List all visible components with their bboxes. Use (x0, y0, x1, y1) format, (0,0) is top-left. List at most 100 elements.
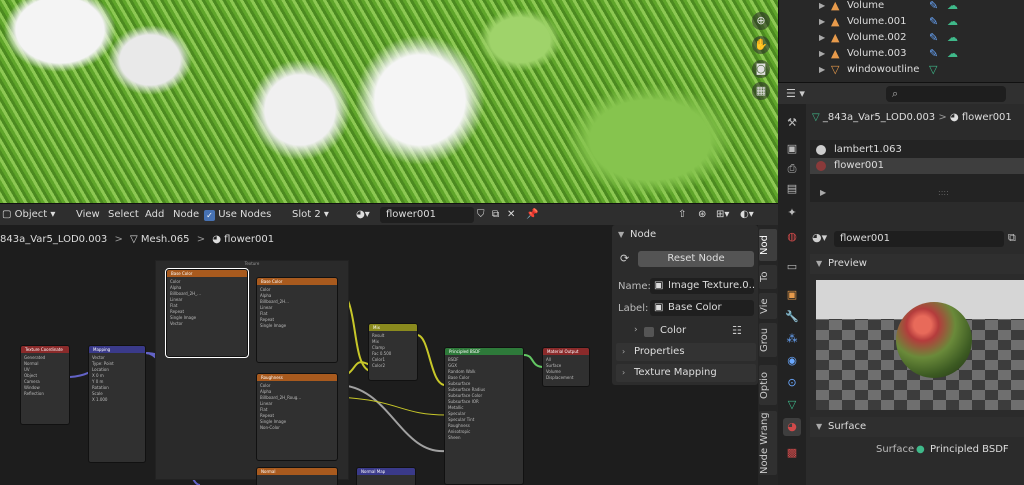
node-label-value: Base Color (668, 302, 722, 313)
tab-node[interactable]: Nod (759, 229, 777, 261)
expand-icon[interactable]: ▶ (819, 0, 825, 14)
collection-tab-icon[interactable]: ▭ (783, 258, 801, 276)
resize-handle[interactable]: :::: (938, 188, 949, 197)
texture-mapping-subpanel[interactable]: › Texture Mapping (616, 364, 756, 382)
color-checkbox[interactable] (644, 327, 654, 337)
fake-user-icon[interactable]: ⛉ (477, 208, 485, 222)
outliner-row[interactable]: ▶ ▲ Volume.003 ✎ ☁ (779, 46, 1024, 62)
outliner-row[interactable]: ▶ ▽ windowoutline ▽ (779, 62, 1024, 78)
use-nodes-checkbox[interactable]: ✓ Use Nodes (204, 208, 271, 222)
grid-icon[interactable]: ▦ (752, 82, 770, 100)
outliner-label: Volume.003 (847, 48, 907, 59)
expand-icon[interactable]: ▶ (819, 30, 825, 46)
subpanel-label: Properties (634, 346, 685, 357)
copy-icon[interactable]: ⧉ (1008, 231, 1016, 245)
object-tab-icon[interactable]: ▣ (783, 286, 801, 304)
reset-node-button[interactable]: Reset Node (638, 251, 754, 267)
select-menu[interactable]: Select (108, 208, 139, 222)
properties-subpanel[interactable]: › Properties (616, 343, 756, 361)
node-principled-bsdf[interactable]: Principled BSDF BSDF GGX Random Walk Base C… (444, 347, 524, 485)
3d-viewport[interactable]: ⊕ ✋ ◙ ▦ (0, 0, 778, 203)
node-normal[interactable]: Normal (256, 467, 338, 485)
list-item[interactable]: lambert1.063 (810, 142, 1024, 158)
node-body: BSDF GGX Random Walk Base Color Subsurface Su… (448, 357, 486, 440)
node-body: Color Alpha Billboard_2H_... Linear Flat Repe… (170, 279, 201, 326)
editor-type-button[interactable]: ☰ ▾ (786, 86, 812, 102)
world-tab-icon[interactable]: ◍ (783, 228, 801, 246)
render-tab-icon[interactable]: ▣ (783, 140, 801, 158)
physics-tab-icon[interactable]: ◉ (783, 352, 801, 370)
node-title: Base Color (167, 270, 247, 277)
expand-icon[interactable]: ▶ (819, 62, 825, 78)
copy-icon[interactable]: ⧉ (492, 208, 499, 222)
tab-node-wrangler[interactable]: Node Wrang (759, 411, 777, 475)
tab-group[interactable]: Grou (759, 323, 777, 357)
outliner-row[interactable]: ▶ ▲ Volume.002 ✎ ☁ (779, 30, 1024, 46)
node-mix[interactable]: Mix Result Mix Clamp Fac 0.500 Color1 Color2 (368, 323, 418, 381)
node-menu[interactable]: Node (173, 208, 199, 222)
overlay-icon[interactable]: ◐▾ (740, 208, 754, 222)
view-menu[interactable]: View (76, 208, 100, 222)
node-section-header[interactable]: ▼ Node (612, 225, 758, 245)
zoom-icon[interactable]: ⊕ (752, 12, 770, 30)
add-menu[interactable]: Add (145, 208, 164, 222)
material-browse-icon[interactable]: ◕▾ (356, 208, 370, 222)
view-layer-tab-icon[interactable]: ▤ (783, 180, 801, 198)
modifier-tab-icon[interactable]: 🔧 (783, 308, 801, 326)
color-subpanel[interactable]: › Color ☷ (632, 323, 758, 341)
material-browse-icon[interactable]: ◕▾ (812, 231, 827, 244)
surface-shader-field[interactable]: Principled BSDF (930, 444, 1009, 455)
snap-icon[interactable]: ⊛ (698, 208, 706, 222)
camera-icon[interactable]: ◙ (752, 60, 770, 78)
node-normal-map[interactable]: Normal Map (356, 467, 416, 485)
node-title: Mix (369, 324, 417, 331)
node-texture-coordinate[interactable]: Texture Coordinate Generated Normal UV Obje… (20, 345, 70, 425)
node-roughness[interactable]: Roughness Color Alpha Billboard_2H_Roug...… (256, 373, 338, 461)
tab-view[interactable]: Vie (759, 293, 777, 319)
particles-tab-icon[interactable]: ⁂ (783, 330, 801, 348)
node-base-color[interactable]: Base Color Color Alpha Billboard_2H_... Lin… (165, 268, 249, 358)
material-slot-list[interactable]: lambert1.063 flower001 ▶ :::: (810, 140, 1024, 202)
slot-dropdown[interactable]: Slot 2 ▾ (292, 208, 329, 222)
outliner-row[interactable]: ▶ ▲ Volume.001 ✎ ☁ (779, 14, 1024, 30)
texture-tab-icon[interactable]: ▩ (783, 444, 801, 462)
output-tab-icon[interactable]: ⎙ (783, 160, 801, 178)
node-label-field[interactable]: ▣ Base Color (650, 300, 754, 316)
close-icon[interactable]: ✕ (507, 208, 515, 222)
expand-icon[interactable]: ▶ (819, 46, 825, 62)
data-tab-icon[interactable]: ▽ (783, 396, 801, 414)
outliner[interactable]: ▶ ▲ Volume ✎ ☁ ▶ ▲ Volume.001 ✎ ☁ ▶ ▲ Vo… (778, 0, 1024, 82)
volume-icon: ▲ (831, 15, 840, 28)
snap-mode-icon[interactable]: ⊞▾ (716, 208, 729, 222)
preview-section-header[interactable]: ▼ Preview (810, 254, 1024, 274)
collapse-icon: ▼ (816, 259, 823, 268)
parent-icon[interactable]: ⇧ (678, 208, 686, 222)
surface-section-header[interactable]: ▼ Surface (810, 417, 1024, 437)
tool-tab-icon[interactable]: ⚒ (783, 114, 801, 132)
mode-dropdown[interactable]: ▢ Object ▾ (2, 208, 55, 222)
constraints-tab-icon[interactable]: ⊙ (783, 374, 801, 392)
pin-icon[interactable]: 📌 (526, 208, 538, 222)
list-expand-icon[interactable]: ▶ (820, 188, 826, 197)
collapse-icon: ▼ (618, 230, 625, 239)
material-name-field[interactable]: flower001 (380, 207, 474, 223)
expand-icon: › (622, 347, 626, 356)
surface-label: Surface (876, 444, 915, 455)
properties-search-input[interactable]: ⌕ (886, 86, 1006, 102)
list-item[interactable]: flower001 (810, 158, 1024, 174)
outliner-row[interactable]: ▶ ▲ Volume ✎ ☁ (779, 0, 1024, 14)
expand-icon[interactable]: ▶ (819, 14, 825, 30)
node-mapping[interactable]: Mapping Vector Type: Point Location X 0 mY … (88, 345, 146, 463)
node-material-output[interactable]: Material Output All Surface Volume Displace… (542, 347, 590, 387)
tab-options[interactable]: Optio (759, 365, 777, 405)
scene-tab-icon[interactable]: ✦ (783, 204, 801, 222)
volume-icon: ▲ (831, 47, 840, 60)
hand-icon[interactable]: ✋ (752, 36, 770, 54)
material-name-field[interactable]: flower001 (834, 231, 1004, 247)
material-tab-icon[interactable]: ◕ (783, 418, 801, 436)
tab-tool[interactable]: To (759, 265, 777, 289)
node-texture-2[interactable]: Base Color Color Alpha Billboard_2H... Line… (256, 277, 338, 363)
list-icon[interactable]: ☷ (732, 324, 742, 337)
node-title: Material Output (543, 348, 589, 355)
node-name-field[interactable]: ▣ Image Texture.0... (650, 278, 754, 294)
